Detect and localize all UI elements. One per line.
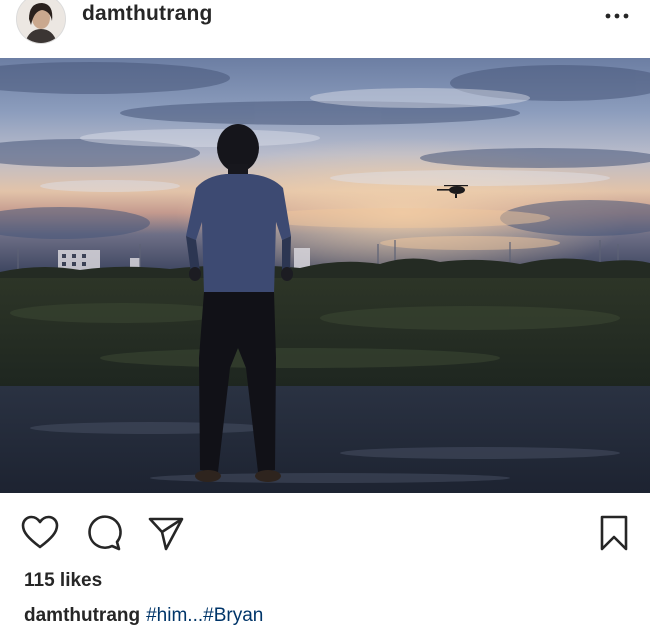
caption-username[interactable]: damthutrang	[24, 605, 140, 626]
bookmark-icon[interactable]	[594, 513, 634, 553]
header-username[interactable]: damthutrang	[82, 2, 213, 26]
more-options-icon[interactable]	[602, 6, 632, 26]
heart-icon[interactable]	[20, 513, 60, 553]
post-caption: damthutrang #him...#Bryan	[24, 605, 263, 627]
share-icon[interactable]	[146, 513, 186, 553]
post-header: damthutrang	[0, 0, 650, 58]
photo-scene	[0, 58, 650, 493]
action-bar	[0, 493, 650, 571]
avatar-image	[17, 0, 65, 43]
likes-count[interactable]: 115 likes	[24, 570, 102, 592]
post-photo[interactable]	[0, 58, 650, 493]
profile-avatar[interactable]	[16, 0, 66, 44]
caption-hashtags[interactable]: #him...#Bryan	[146, 605, 263, 626]
instagram-post: damthutrang 115 likes damthutrang #him..…	[0, 0, 650, 637]
comment-icon[interactable]	[84, 513, 124, 553]
